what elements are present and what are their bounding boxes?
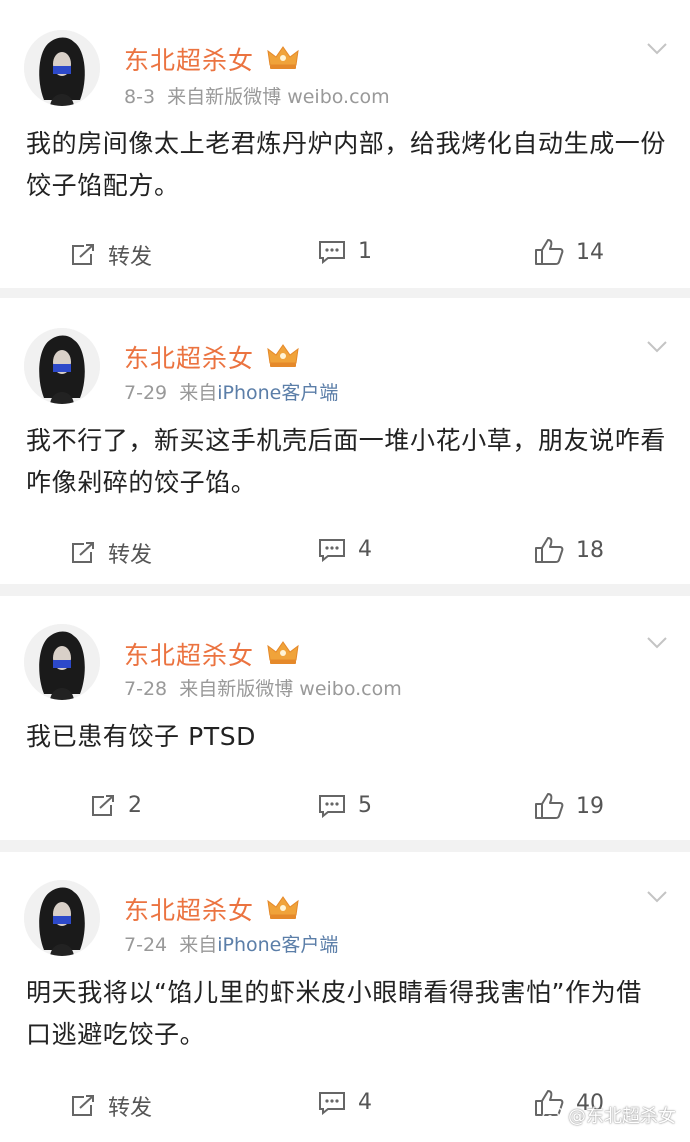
- comment-icon: [319, 794, 345, 818]
- watermark-text: @东北超杀女: [568, 1106, 676, 1127]
- repost-label: 转发: [108, 245, 153, 270]
- post-meta: 7-28 来自新版微博 weibo.com: [124, 674, 402, 701]
- post-meta: 7-24 来自iPhone客户端: [124, 930, 338, 957]
- comment-icon: [319, 538, 345, 562]
- avatar-image: [24, 880, 100, 956]
- post-text: 我的房间像太上老君炼丹炉内部，给我烤化自动生成一份饺子馅配方。: [26, 129, 667, 200]
- post-text: 我不行了，新买这手机壳后面一堆小花小草，朋友说咋看咋像剁碎的饺子馅。: [26, 426, 667, 497]
- post-text: 明天我将以“馅儿里的虾米皮小眼睛看得我害怕”作为借口逃避吃饺子。: [26, 978, 642, 1049]
- chevron-down-icon[interactable]: [646, 890, 668, 904]
- repost-button[interactable]: 转发: [70, 537, 152, 569]
- comment-count: 4: [358, 537, 372, 562]
- crown-badge-icon: [267, 46, 299, 69]
- comment-icon: [319, 240, 345, 264]
- thumbs-up-icon: [535, 239, 564, 265]
- post-date: 7-28: [124, 678, 168, 700]
- comment-icon: [319, 1091, 345, 1115]
- post-date: 7-24: [124, 934, 168, 956]
- post-text: 我已患有饺子 PTSD: [26, 722, 257, 751]
- post-meta: 7-29 来自iPhone客户端: [124, 378, 338, 405]
- comment-button[interactable]: 4: [318, 1090, 372, 1115]
- source-prefix: 来自: [179, 382, 218, 404]
- repost-count: 2: [128, 793, 142, 818]
- comment-button[interactable]: 5: [318, 793, 372, 818]
- crown-badge-icon: [267, 344, 299, 367]
- post-source-link[interactable]: iPhone客户端: [217, 382, 338, 404]
- avatar-image: [24, 624, 100, 700]
- post-card: 东北超杀女 7-29 来自iPhone客户端 我不行了，新买这手机壳后面一堆小花…: [0, 298, 690, 584]
- source-prefix: 来自: [167, 86, 206, 108]
- avatar[interactable]: [24, 880, 100, 956]
- watermark: @东北超杀女: [542, 1102, 676, 1128]
- repost-icon: [92, 794, 114, 816]
- avatar[interactable]: [24, 328, 100, 404]
- username[interactable]: 东北超杀女: [124, 636, 254, 672]
- source-prefix: 来自: [179, 934, 218, 956]
- comment-button[interactable]: 4: [318, 537, 372, 562]
- username[interactable]: 东北超杀女: [124, 339, 254, 375]
- avatar[interactable]: [24, 30, 100, 106]
- chevron-down-icon[interactable]: [646, 636, 668, 650]
- username[interactable]: 东北超杀女: [124, 891, 254, 927]
- repost-icon: [72, 1095, 94, 1116]
- post-card: 东北超杀女 8-3 来自新版微博 weibo.com 我的房间像太上老君炼丹炉内…: [0, 0, 690, 288]
- chevron-down-icon[interactable]: [646, 340, 668, 354]
- source-prefix: 来自: [179, 678, 218, 700]
- post-source: 新版微博 weibo.com: [217, 678, 402, 700]
- post-card: 东北超杀女 7-24 来自iPhone客户端 明天我将以“馅儿里的虾米皮小眼睛看…: [0, 852, 690, 1142]
- username[interactable]: 东北超杀女: [124, 41, 254, 77]
- thumbs-up-icon: [535, 793, 564, 819]
- repost-icon: [72, 542, 94, 563]
- repost-icon: [72, 244, 94, 265]
- crown-badge-icon: [267, 641, 299, 664]
- chevron-down-icon[interactable]: [646, 42, 668, 56]
- weibo-logo-icon: [542, 1107, 564, 1124]
- like-count: 14: [576, 239, 604, 265]
- like-count: 19: [576, 793, 604, 819]
- repost-button[interactable]: 2: [90, 793, 142, 818]
- thumbs-up-icon: [535, 537, 564, 563]
- post-card: 东北超杀女 7-28 来自新版微博 weibo.com 我已患有饺子 PTSD …: [0, 596, 690, 840]
- repost-label: 转发: [108, 1096, 153, 1121]
- post-source: 新版微博 weibo.com: [205, 86, 390, 108]
- avatar[interactable]: [24, 624, 100, 700]
- avatar-image: [24, 328, 100, 404]
- post-meta: 8-3 来自新版微博 weibo.com: [124, 82, 390, 109]
- avatar-image: [24, 30, 100, 106]
- comment-count: 4: [358, 1090, 372, 1115]
- like-count: 18: [576, 537, 604, 563]
- crown-badge-icon: [267, 896, 299, 919]
- post-date: 7-29: [124, 382, 168, 404]
- like-button[interactable]: 18: [534, 536, 604, 564]
- comment-count: 1: [358, 239, 372, 264]
- like-button[interactable]: 19: [534, 792, 604, 820]
- post-date: 8-3: [124, 86, 156, 108]
- comment-count: 5: [358, 793, 372, 818]
- like-button[interactable]: 14: [534, 238, 604, 266]
- repost-button[interactable]: 转发: [70, 239, 152, 271]
- post-source-link[interactable]: iPhone客户端: [217, 934, 338, 956]
- repost-label: 转发: [108, 543, 153, 568]
- repost-button[interactable]: 转发: [70, 1090, 152, 1122]
- comment-button[interactable]: 1: [318, 239, 372, 264]
